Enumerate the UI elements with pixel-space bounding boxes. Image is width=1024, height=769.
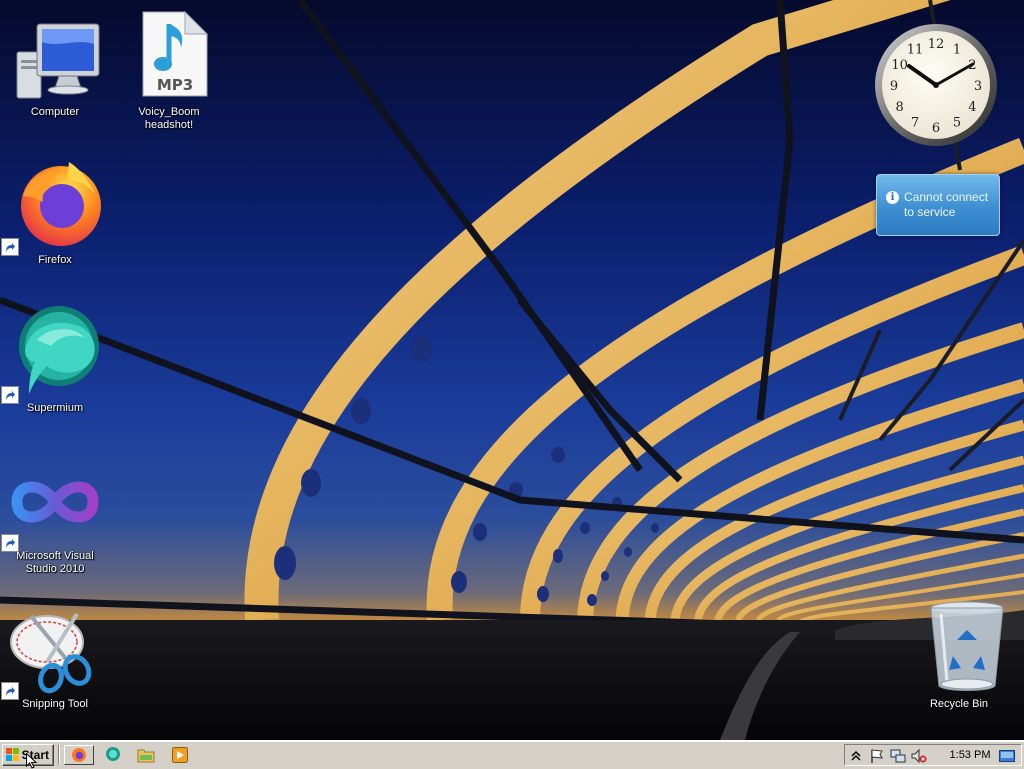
weather-error-message: Cannot connect to service: [904, 190, 989, 219]
network-icon[interactable]: [890, 748, 906, 764]
analog-clock-icon: 121234567891011: [875, 24, 997, 146]
taskbar-separator: [58, 745, 60, 765]
quick-launch-supermium[interactable]: [102, 745, 126, 765]
clock-numeral: 8: [895, 100, 903, 115]
clock-numeral: 7: [911, 115, 919, 130]
shortcut-arrow-icon: [1, 534, 19, 552]
snipping-tool-icon: [1, 600, 103, 700]
desktop-icon-visual-studio[interactable]: Microsoft Visual Studio 2010: [0, 452, 110, 576]
clock-numeral: 12: [928, 37, 945, 52]
clock-numeral: 3: [974, 79, 982, 94]
desktop-icon-firefox[interactable]: Firefox: [0, 156, 110, 267]
weather-gadget[interactable]: i Cannot connect to service: [876, 174, 1000, 236]
clock-numeral: 1: [953, 43, 961, 58]
clock-numeral: 6: [932, 121, 940, 136]
windows-logo-icon: [6, 748, 20, 768]
clock-gadget[interactable]: 121234567891011: [872, 22, 1000, 150]
computer-icon: [7, 8, 103, 104]
chevron-up-icon[interactable]: [848, 748, 864, 764]
clock-numeral: 9: [890, 79, 898, 94]
supermium-icon: [1, 304, 103, 404]
taskbar-clock[interactable]: 1:53 PM: [945, 745, 995, 765]
shortcut-arrow-icon: [1, 238, 19, 256]
desktop-icon-computer[interactable]: Computer: [0, 8, 110, 119]
explorer-icon: [137, 749, 155, 763]
mouse-cursor-icon: [26, 753, 38, 769]
desktop-icon-label: Microsoft Visual Studio 2010: [16, 550, 94, 575]
volume-muted-icon[interactable]: [911, 748, 927, 764]
desktop-icon-label: Computer: [30, 106, 80, 118]
taskbar: Start 1:53 PM: [0, 740, 1024, 769]
desktop-icon-snipping-tool[interactable]: Snipping Tool: [0, 600, 110, 711]
desktop-icon-supermium[interactable]: Supermium: [0, 304, 110, 415]
desktop-icon-recycle-bin[interactable]: Recycle Bin: [904, 600, 1014, 711]
supermium-icon: [106, 747, 120, 761]
quick-launch-media-player[interactable]: [168, 745, 192, 765]
clock-numeral: 11: [907, 43, 924, 58]
clock-numeral: 4: [968, 100, 976, 115]
desktop-icon-label: Voicy_Boom headshot!: [138, 106, 200, 131]
show-desktop-icon[interactable]: [999, 748, 1015, 764]
info-icon: i: [886, 191, 899, 204]
clock-numeral: 10: [891, 58, 908, 73]
mp3-badge-text: MP3: [157, 76, 193, 94]
mp3-file-icon: MP3: [121, 8, 217, 104]
system-tray: 1:53 PM: [844, 744, 1022, 766]
clock-numeral: 5: [953, 115, 961, 130]
quick-launch-explorer[interactable]: [134, 745, 158, 765]
shortcut-arrow-icon: [1, 682, 19, 700]
media-player-icon: [172, 747, 188, 763]
shortcut-arrow-icon: [1, 386, 19, 404]
recycle-bin-icon: [911, 600, 1007, 696]
firefox-icon: [72, 748, 86, 762]
firefox-icon: [1, 156, 103, 256]
desktop-icon-mp3-file[interactable]: MP3 Voicy_Boom headshot!: [114, 8, 224, 132]
quick-launch-firefox[interactable]: [64, 745, 94, 765]
desktop-icon-label: Recycle Bin: [929, 698, 989, 710]
visual-studio-icon: [1, 452, 103, 552]
action-center-flag-icon[interactable]: [869, 748, 885, 764]
desktop[interactable]: Computer MP3 Voicy_Boom headshot! Firefo…: [0, 0, 1024, 740]
